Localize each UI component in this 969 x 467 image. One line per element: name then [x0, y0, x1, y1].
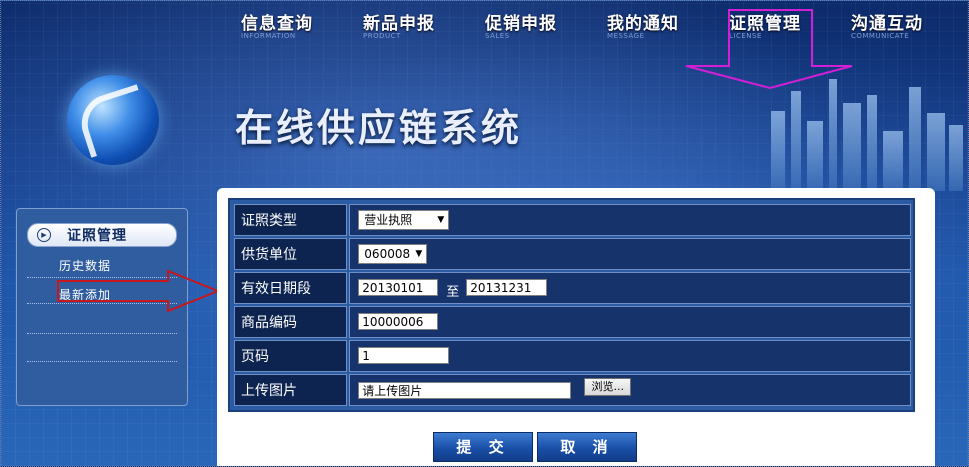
form-row: 页码 1: [234, 340, 911, 372]
date-range-label: 有效日期段: [234, 272, 348, 304]
upload-image-label: 上传图片: [234, 374, 348, 406]
page-number-input[interactable]: 1: [358, 347, 450, 364]
page-number-label: 页码: [234, 340, 348, 372]
nav-label: 新品申报: [363, 14, 435, 34]
globe-logo: [67, 75, 159, 165]
circle-arrow-icon: ▶: [37, 228, 51, 242]
upload-file-field[interactable]: 请上传图片: [358, 382, 572, 399]
nav-label: 沟通互动: [851, 14, 923, 34]
app-frame: 信息查询 INFORMATION 新品申报 PRODUCT 促销申报 SALES…: [0, 0, 969, 467]
nav-label: 促销申报: [485, 14, 557, 34]
form-row: 上传图片 请上传图片 浏览...: [234, 374, 911, 406]
annotation-right-arrow: [57, 269, 221, 313]
license-type-select[interactable]: 营业执照 ▼: [358, 210, 450, 230]
license-type-label: 证照类型: [234, 204, 348, 236]
chevron-down-icon: ▼: [415, 249, 423, 259]
start-date-input[interactable]: 20130101: [358, 279, 439, 296]
submit-button[interactable]: 提 交: [433, 432, 533, 462]
license-form: 证照类型 营业执照 ▼ 供货单位 060008 ▼ 有效日期段 20130101…: [228, 198, 915, 412]
browse-button[interactable]: 浏览...: [584, 378, 632, 396]
form-row: 供货单位 060008 ▼: [234, 238, 911, 270]
banner-title: 在线供应链系统: [235, 105, 523, 150]
nav-item-sales[interactable]: 促销申报 SALES: [485, 9, 595, 40]
nav-label: 信息查询: [241, 14, 313, 34]
divider: [27, 361, 177, 362]
sidebar-header-label: 证照管理: [67, 228, 127, 244]
supplier-value: 060008: [364, 247, 411, 261]
license-type-value: 营业执照: [364, 213, 413, 227]
product-code-label: 商品编码: [234, 306, 348, 338]
divider: [27, 333, 177, 334]
sidebar-header-license[interactable]: ▶ 证照管理: [27, 223, 177, 247]
cancel-button[interactable]: 取 消: [537, 432, 637, 462]
nav-sublabel: COMMUNICATE: [851, 32, 910, 40]
chevron-down-icon: ▼: [437, 215, 445, 225]
form-row: 有效日期段 20130101 至 20131231: [234, 272, 911, 304]
supplier-select[interactable]: 060008 ▼: [358, 244, 428, 264]
annotation-down-arrow: [685, 9, 853, 90]
end-date-input[interactable]: 20131231: [466, 279, 548, 296]
supplier-label: 供货单位: [234, 238, 348, 270]
form-row: 商品编码 10000006: [234, 306, 911, 338]
nav-item-product[interactable]: 新品申报 PRODUCT: [363, 9, 473, 40]
product-code-input[interactable]: 10000006: [358, 313, 439, 330]
date-range-separator: 至: [446, 285, 460, 300]
main-content: 证照类型 营业执照 ▼ 供货单位 060008 ▼ 有效日期段 20130101…: [217, 188, 935, 466]
form-row: 证照类型 营业执照 ▼: [234, 204, 911, 236]
nav-item-information[interactable]: 信息查询 INFORMATION: [241, 9, 351, 40]
form-table: 证照类型 营业执照 ▼ 供货单位 060008 ▼ 有效日期段 20130101…: [232, 202, 913, 408]
nav-item-communicate[interactable]: 沟通互动 COMMUNICATE: [851, 9, 961, 40]
